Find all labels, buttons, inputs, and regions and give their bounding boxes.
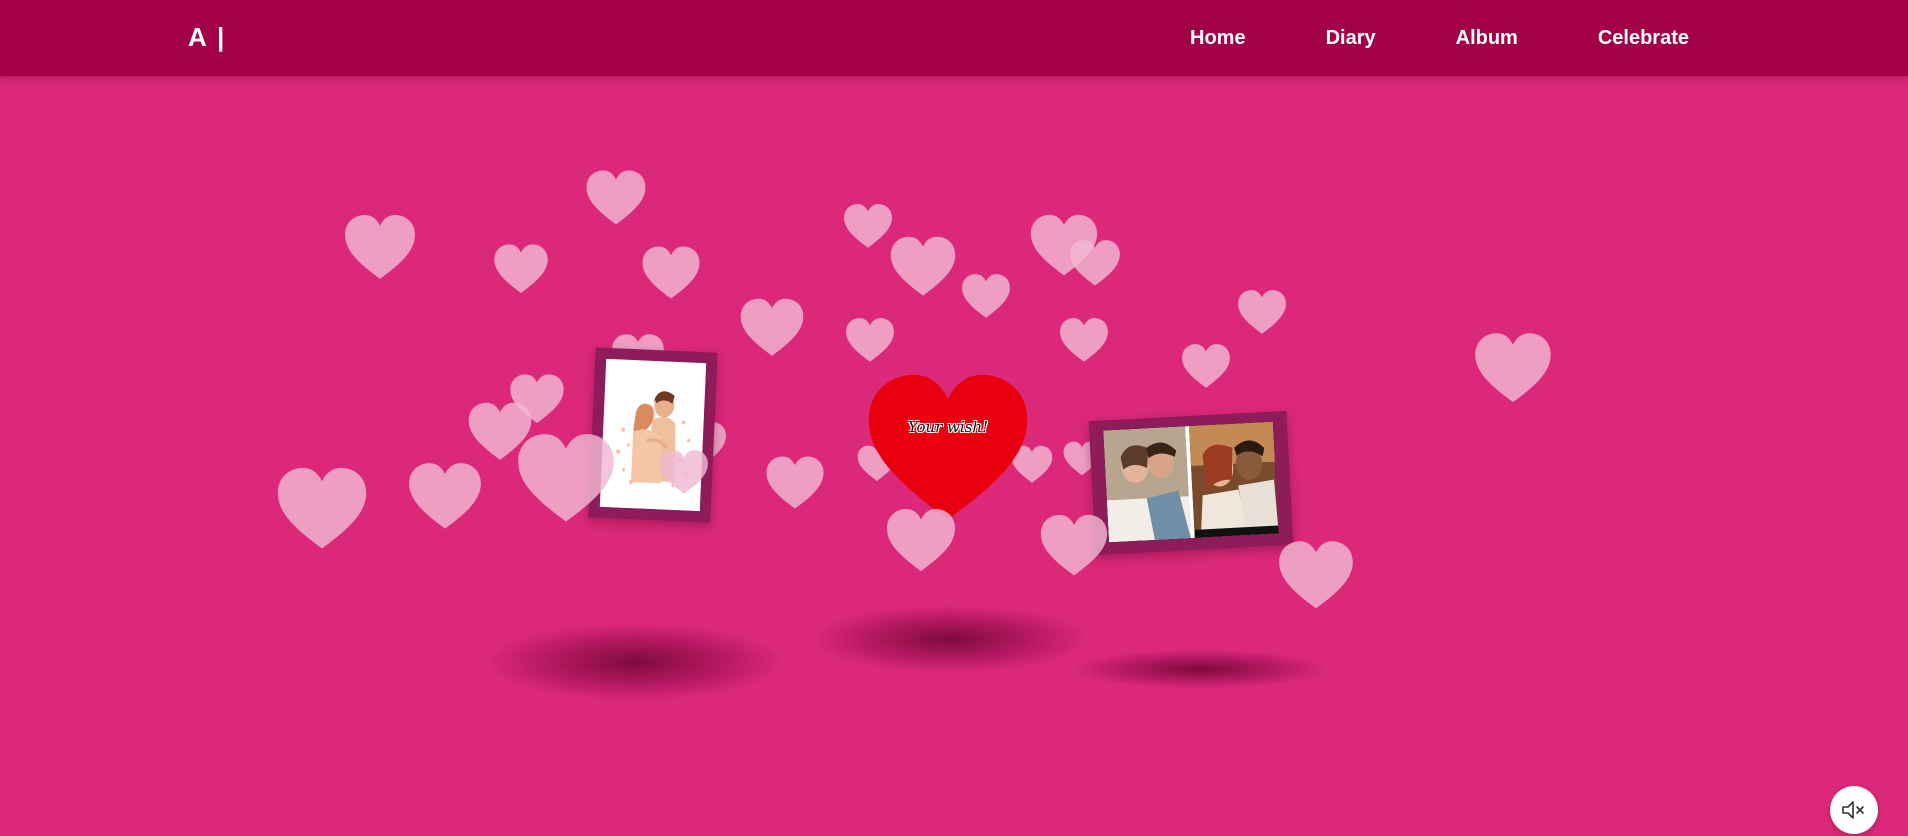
wish-heart-shape bbox=[868, 374, 1028, 520]
floating-heart-12 bbox=[1060, 318, 1108, 362]
couple-illustration-icon bbox=[599, 358, 707, 512]
wish-text: Your wish! bbox=[907, 418, 989, 436]
floating-heart-8 bbox=[1070, 240, 1120, 286]
floating-heart-2 bbox=[345, 215, 415, 279]
navbar: A | Home Diary Album Celebrate bbox=[0, 0, 1908, 76]
nav-diary-link[interactable]: Diary bbox=[1326, 27, 1376, 50]
photo-frame-left[interactable] bbox=[588, 347, 718, 523]
heart-scene: Your wish! bbox=[0, 76, 1908, 836]
couple-photos-icon bbox=[1103, 421, 1279, 543]
floating-heart-17 bbox=[468, 402, 532, 460]
photo-frame-right[interactable] bbox=[1088, 410, 1294, 556]
floating-heart-1 bbox=[586, 170, 646, 225]
floating-heart-10 bbox=[740, 298, 804, 356]
floating-heart-19 bbox=[766, 456, 824, 509]
floating-heart-11 bbox=[846, 318, 894, 362]
page: A | Home Diary Album Celebrate Your wish… bbox=[0, 0, 1908, 836]
floating-heart-4 bbox=[642, 246, 700, 299]
floating-heart-3 bbox=[494, 244, 548, 294]
floating-heart-6 bbox=[890, 236, 956, 296]
floating-heart-13 bbox=[1238, 290, 1286, 334]
nav-links: Home Diary Album Celebrate bbox=[1110, 0, 1689, 76]
speaker-muted-icon bbox=[1842, 801, 1864, 819]
floating-heart-15 bbox=[1475, 333, 1551, 403]
wish-heart[interactable]: Your wish! bbox=[862, 368, 1034, 540]
photo-right bbox=[1103, 421, 1279, 543]
photo-left bbox=[599, 358, 707, 512]
floating-heart-14 bbox=[1182, 344, 1230, 388]
nav-album-link[interactable]: Album bbox=[1456, 27, 1518, 50]
nav-celebrate-link[interactable]: Celebrate bbox=[1598, 27, 1689, 50]
nav-home-link[interactable]: Home bbox=[1190, 27, 1246, 50]
mute-button[interactable] bbox=[1830, 786, 1878, 834]
floating-heart-9 bbox=[962, 274, 1010, 318]
floating-heart-5 bbox=[844, 204, 892, 248]
logo[interactable]: A | bbox=[188, 22, 226, 53]
